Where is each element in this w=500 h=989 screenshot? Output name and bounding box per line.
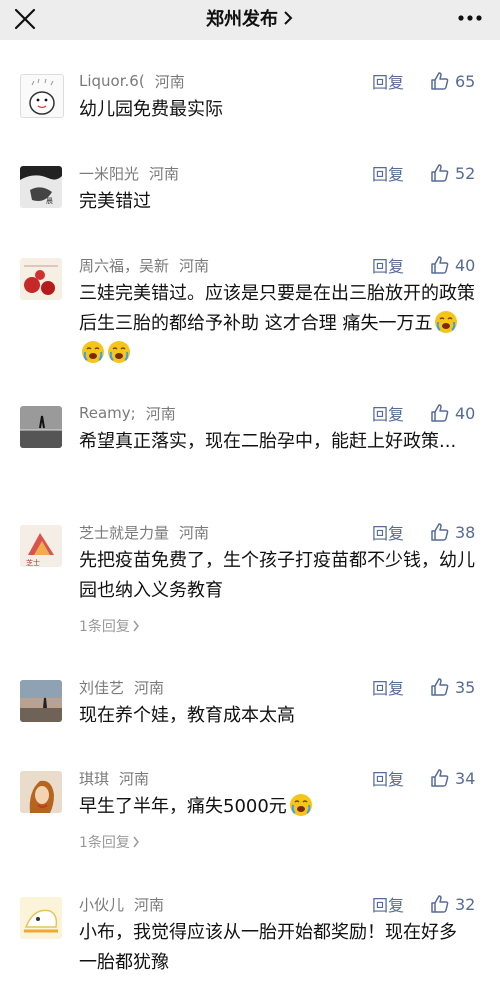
view-replies-link[interactable]: 1条回复 bbox=[79, 615, 140, 637]
crying-emoji-icon bbox=[108, 341, 130, 363]
like-button[interactable]: 32 bbox=[430, 892, 475, 916]
like-button[interactable]: 35 bbox=[430, 675, 475, 699]
avatar[interactable] bbox=[20, 897, 62, 939]
comment-text: 现在养个娃，教育成本太高 bbox=[79, 705, 295, 726]
top-bar: 郑州发布 bbox=[0, 0, 500, 40]
like-button[interactable]: 34 bbox=[430, 766, 475, 790]
thumbs-up-icon bbox=[431, 256, 449, 274]
comment-text: 早生了半年，痛失5000元 bbox=[79, 792, 484, 822]
avatar[interactable] bbox=[20, 74, 64, 118]
crying-emoji-icon bbox=[82, 341, 104, 363]
reply-button[interactable]: 回复 bbox=[372, 402, 404, 424]
avatar[interactable] bbox=[20, 406, 62, 448]
sub-reply-count: 1条回复 bbox=[79, 619, 130, 635]
comment-text: 幼儿园免费最实际 bbox=[79, 99, 223, 120]
thumbs-up-icon bbox=[431, 72, 449, 90]
page-title: 郑州发布 bbox=[206, 9, 278, 30]
reply-button[interactable]: 回复 bbox=[372, 893, 404, 915]
commenter-region: 河南 bbox=[145, 404, 176, 423]
more-dots-icon bbox=[458, 15, 482, 21]
commenter-name[interactable]: Reamy; bbox=[79, 404, 136, 422]
comment-text: 希望真正落实，现在二胎孕中，能赶上好政策... bbox=[79, 431, 457, 452]
commenter-region: 河南 bbox=[179, 256, 210, 275]
reply-button[interactable]: 回复 bbox=[372, 767, 404, 789]
commenter-name[interactable]: 小伙儿 bbox=[79, 894, 124, 915]
commenter-name[interactable]: 周六福，吴新 bbox=[79, 255, 169, 276]
like-count: 35 bbox=[455, 677, 476, 697]
more-button[interactable] bbox=[456, 6, 484, 30]
comment-text: 小布，我觉得应该从一胎开始都奖励！现在好多一胎都犹豫 bbox=[79, 922, 457, 973]
like-button[interactable]: 38 bbox=[430, 520, 475, 544]
comment-text: 三娃完美错过。应该是只要是在出三胎放开的政策后生三胎的都给予补助 这才合理 痛失… bbox=[79, 279, 479, 369]
avatar[interactable]: 晨 bbox=[20, 166, 62, 208]
sub-reply-count: 1条回复 bbox=[79, 835, 130, 851]
like-count: 38 bbox=[455, 522, 476, 542]
commenter-name[interactable]: 刘佳艺 bbox=[79, 677, 124, 698]
reply-button[interactable]: 回复 bbox=[372, 162, 404, 184]
like-count: 32 bbox=[455, 894, 476, 914]
commenter-name[interactable]: 一米阳光 bbox=[79, 163, 139, 184]
thumbs-up-icon bbox=[431, 523, 449, 541]
commenter-region: 河南 bbox=[154, 72, 185, 91]
commenter-region: 河南 bbox=[134, 678, 165, 697]
crying-emoji-icon bbox=[435, 311, 458, 333]
thumbs-up-icon bbox=[431, 164, 449, 182]
thumbs-up-icon bbox=[431, 678, 449, 696]
avatar[interactable] bbox=[20, 680, 62, 722]
avatar[interactable] bbox=[20, 771, 62, 813]
commenter-region: 河南 bbox=[119, 769, 150, 788]
avatar[interactable]: 芝士 bbox=[20, 525, 62, 567]
commenter-region: 河南 bbox=[134, 895, 165, 914]
view-replies-link[interactable]: 1条回复 bbox=[79, 831, 140, 853]
commenter-name[interactable]: 琪琪 bbox=[79, 768, 109, 789]
reply-button[interactable]: 回复 bbox=[372, 676, 404, 698]
account-title-link[interactable]: 郑州发布 bbox=[0, 0, 500, 36]
commenter-name[interactable]: Liquor.6( bbox=[79, 72, 145, 90]
reply-button[interactable]: 回复 bbox=[372, 70, 404, 92]
like-button[interactable]: 40 bbox=[430, 401, 475, 425]
like-count: 52 bbox=[455, 163, 476, 183]
comment-text: 完美错过 bbox=[79, 191, 151, 212]
reply-button[interactable]: 回复 bbox=[372, 254, 404, 276]
chevron-right-icon bbox=[282, 10, 294, 26]
svg-text:芝士: 芝士 bbox=[26, 558, 40, 567]
like-button[interactable]: 52 bbox=[430, 161, 475, 185]
chevron-right-icon bbox=[133, 836, 139, 848]
like-count: 40 bbox=[455, 255, 476, 275]
like-button[interactable]: 40 bbox=[430, 253, 475, 277]
like-count: 34 bbox=[455, 768, 476, 788]
comment-text: 先把疫苗免费了，生个孩子打疫苗都不少钱，幼儿园也纳入义务教育 bbox=[79, 550, 475, 601]
like-count: 65 bbox=[455, 71, 476, 91]
commenter-region: 河南 bbox=[179, 523, 210, 542]
thumbs-up-icon bbox=[431, 895, 449, 913]
avatar[interactable] bbox=[20, 258, 62, 300]
reply-button[interactable]: 回复 bbox=[372, 521, 404, 543]
thumbs-up-icon bbox=[431, 769, 449, 787]
thumbs-up-icon bbox=[431, 404, 449, 422]
like-count: 40 bbox=[455, 403, 476, 423]
svg-text:晨: 晨 bbox=[46, 197, 53, 205]
crying-emoji-icon bbox=[289, 794, 312, 816]
like-button[interactable]: 65 bbox=[430, 69, 475, 93]
chevron-right-icon bbox=[133, 620, 139, 632]
commenter-name[interactable]: 芝士就是力量 bbox=[79, 522, 169, 543]
commenter-region: 河南 bbox=[149, 164, 180, 183]
